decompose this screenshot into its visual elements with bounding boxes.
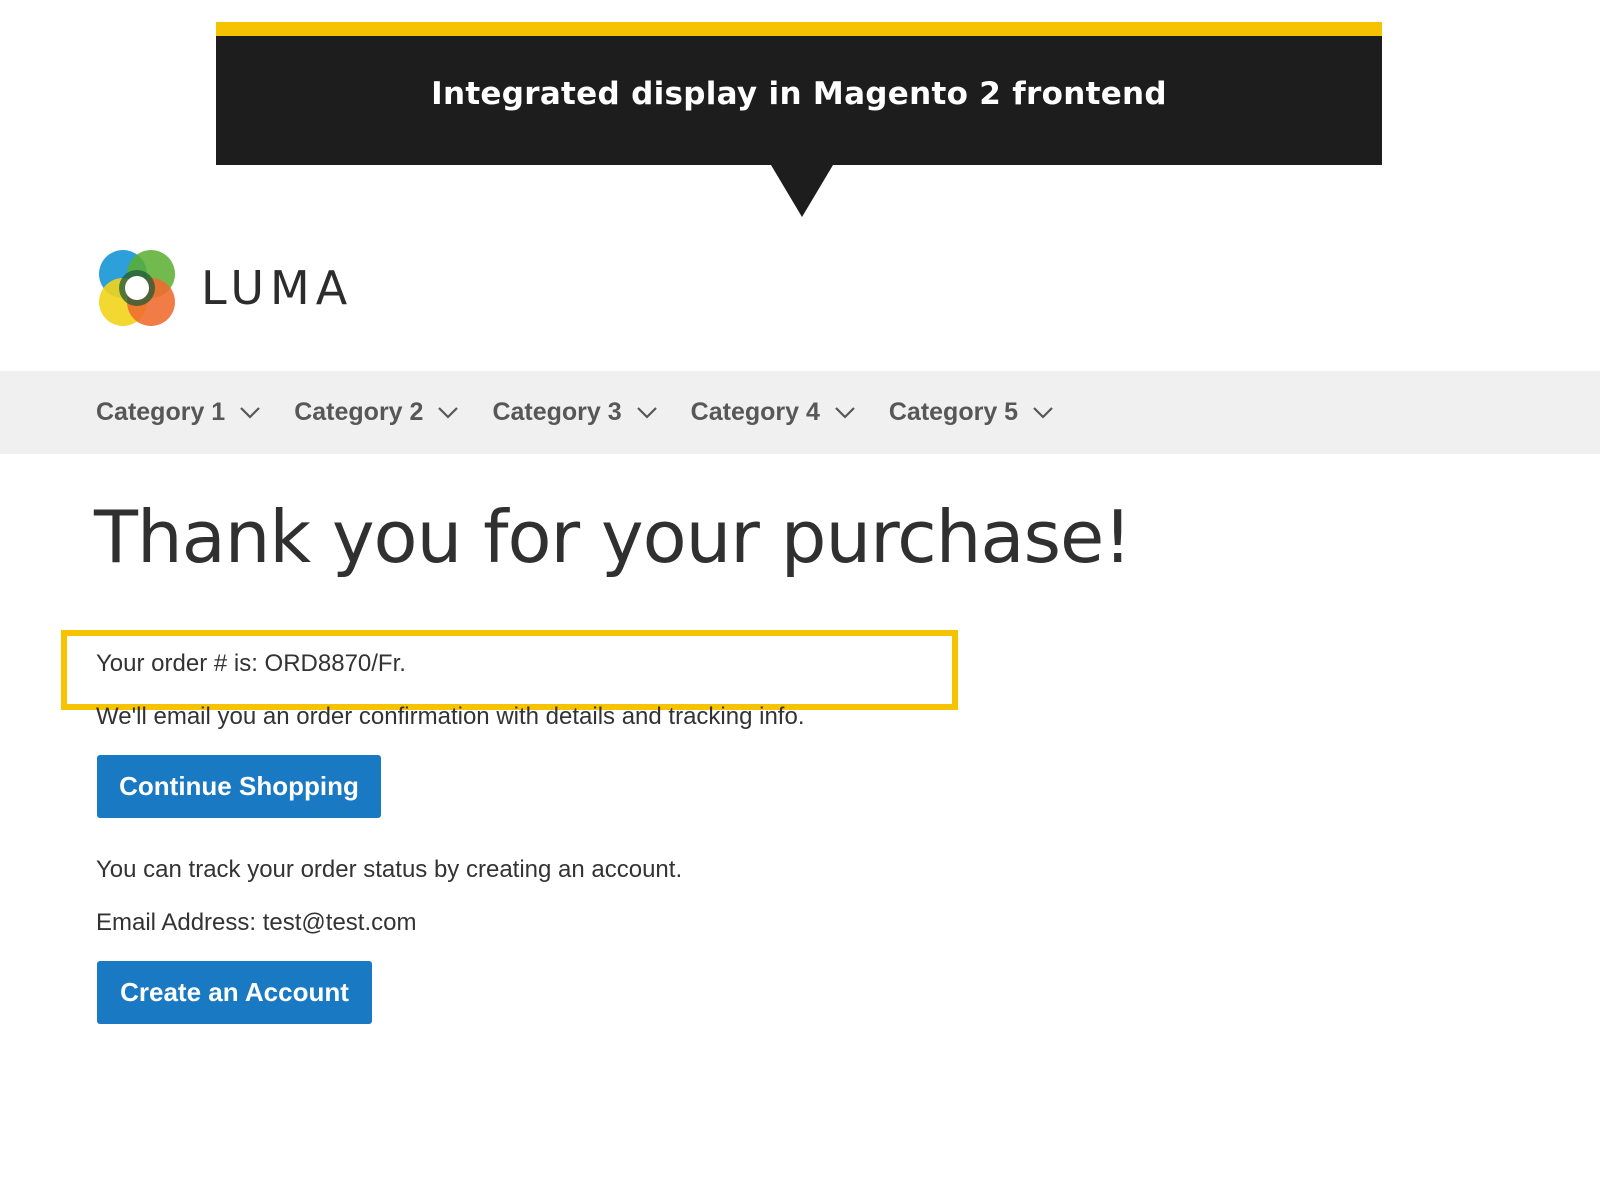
callout-title: Integrated display in Magento 2 frontend <box>431 76 1167 112</box>
site-logo[interactable]: LUMA <box>97 248 353 328</box>
chevron-down-icon <box>636 406 657 419</box>
nav-item-label: Category 3 <box>492 398 622 426</box>
track-order-message: You can track your order status by creat… <box>96 856 683 883</box>
nav-item-label: Category 5 <box>888 398 1019 426</box>
callout-accent-stripe <box>216 22 1382 36</box>
nav-item-category-2[interactable]: Category 2 <box>294 398 459 427</box>
chevron-down-icon <box>835 406 855 419</box>
chevron-down-icon <box>240 406 260 419</box>
callout-banner: Integrated display in Magento 2 frontend <box>216 22 1382 165</box>
chevron-down-icon <box>1033 406 1053 419</box>
nav-item-category-5[interactable]: Category 5 <box>889 398 1054 427</box>
nav-item-category-1[interactable]: Category 1 <box>96 398 261 427</box>
nav-item-category-3[interactable]: Category 3 <box>492 398 657 427</box>
callout-pointer <box>771 165 833 217</box>
confirmation-message: We'll email you an order confirmation wi… <box>96 703 805 730</box>
create-account-button[interactable]: Create an Account <box>97 961 372 1024</box>
nav-item-label: Category 2 <box>294 398 424 426</box>
order-number-text: Your order # is: ORD8870/Fr. <box>96 650 406 677</box>
email-address-text: Email Address: test@test.com <box>96 909 417 936</box>
continue-shopping-button[interactable]: Continue Shopping <box>97 755 381 818</box>
nav-list: Category 1 Category 2 Category 3 Categor… <box>96 371 1087 454</box>
luma-logo-icon <box>99 250 175 326</box>
main-navigation: Category 1 Category 2 Category 3 Categor… <box>0 371 1600 454</box>
nav-item-label: Category 1 <box>96 398 226 426</box>
nav-item-label: Category 4 <box>690 398 820 426</box>
nav-item-category-4[interactable]: Category 4 <box>691 398 856 427</box>
logo-wordmark: LUMA <box>201 261 354 315</box>
chevron-down-icon <box>438 406 459 419</box>
page-title: Thank you for your purchase! <box>94 495 1132 579</box>
